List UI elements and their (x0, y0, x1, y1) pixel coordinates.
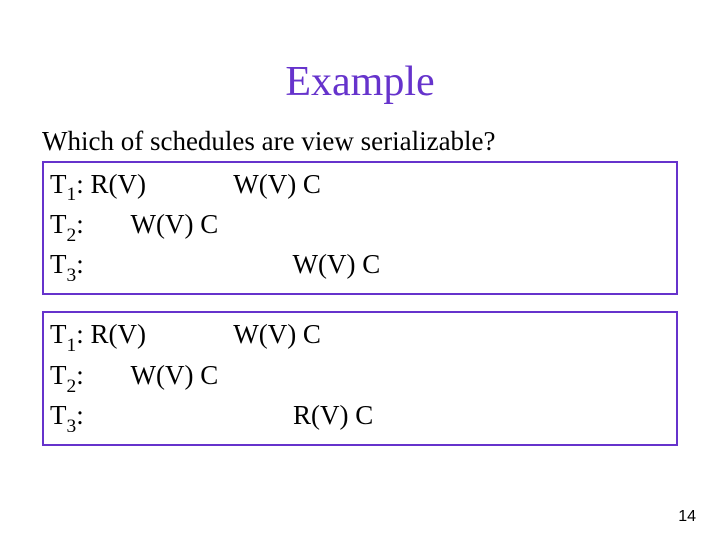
t-sub: 1 (67, 184, 77, 205)
schedule1-t1: T1: R(V) W(V) C (50, 167, 670, 207)
t-ops: : W(V) C (76, 360, 218, 390)
t-sub: 1 (67, 335, 77, 356)
t-label: T (50, 360, 67, 390)
slide: Example Which of schedules are view seri… (0, 0, 720, 540)
t-sub: 3 (67, 265, 77, 286)
schedule2-t2: T2: W(V) C (50, 358, 670, 398)
t-label: T (50, 319, 67, 349)
schedule2-t1: T1: R(V) W(V) C (50, 317, 670, 357)
page-number: 14 (678, 508, 696, 526)
t-ops: : R(V) W(V) C (76, 319, 321, 349)
schedule-box-2: T1: R(V) W(V) C T2: W(V) C T3: R(V) C (42, 311, 678, 446)
t-ops: : R(V) C (76, 400, 373, 430)
t-label: T (50, 209, 67, 239)
slide-body: Which of schedules are view serializable… (42, 124, 678, 446)
t-label: T (50, 400, 67, 430)
schedule2-t3: T3: R(V) C (50, 398, 670, 438)
t-sub: 3 (67, 416, 77, 437)
schedule1-t2: T2: W(V) C (50, 207, 670, 247)
slide-title: Example (0, 0, 720, 124)
t-ops: : W(V) C (76, 249, 380, 279)
t-label: T (50, 169, 67, 199)
t-sub: 2 (67, 376, 77, 397)
t-label: T (50, 249, 67, 279)
t-sub: 2 (67, 225, 77, 246)
t-ops: : R(V) W(V) C (76, 169, 321, 199)
schedule-box-1: T1: R(V) W(V) C T2: W(V) C T3: W(V) C (42, 161, 678, 296)
question-text: Which of schedules are view serializable… (42, 124, 678, 159)
t-ops: : W(V) C (76, 209, 218, 239)
schedule1-t3: T3: W(V) C (50, 247, 670, 287)
